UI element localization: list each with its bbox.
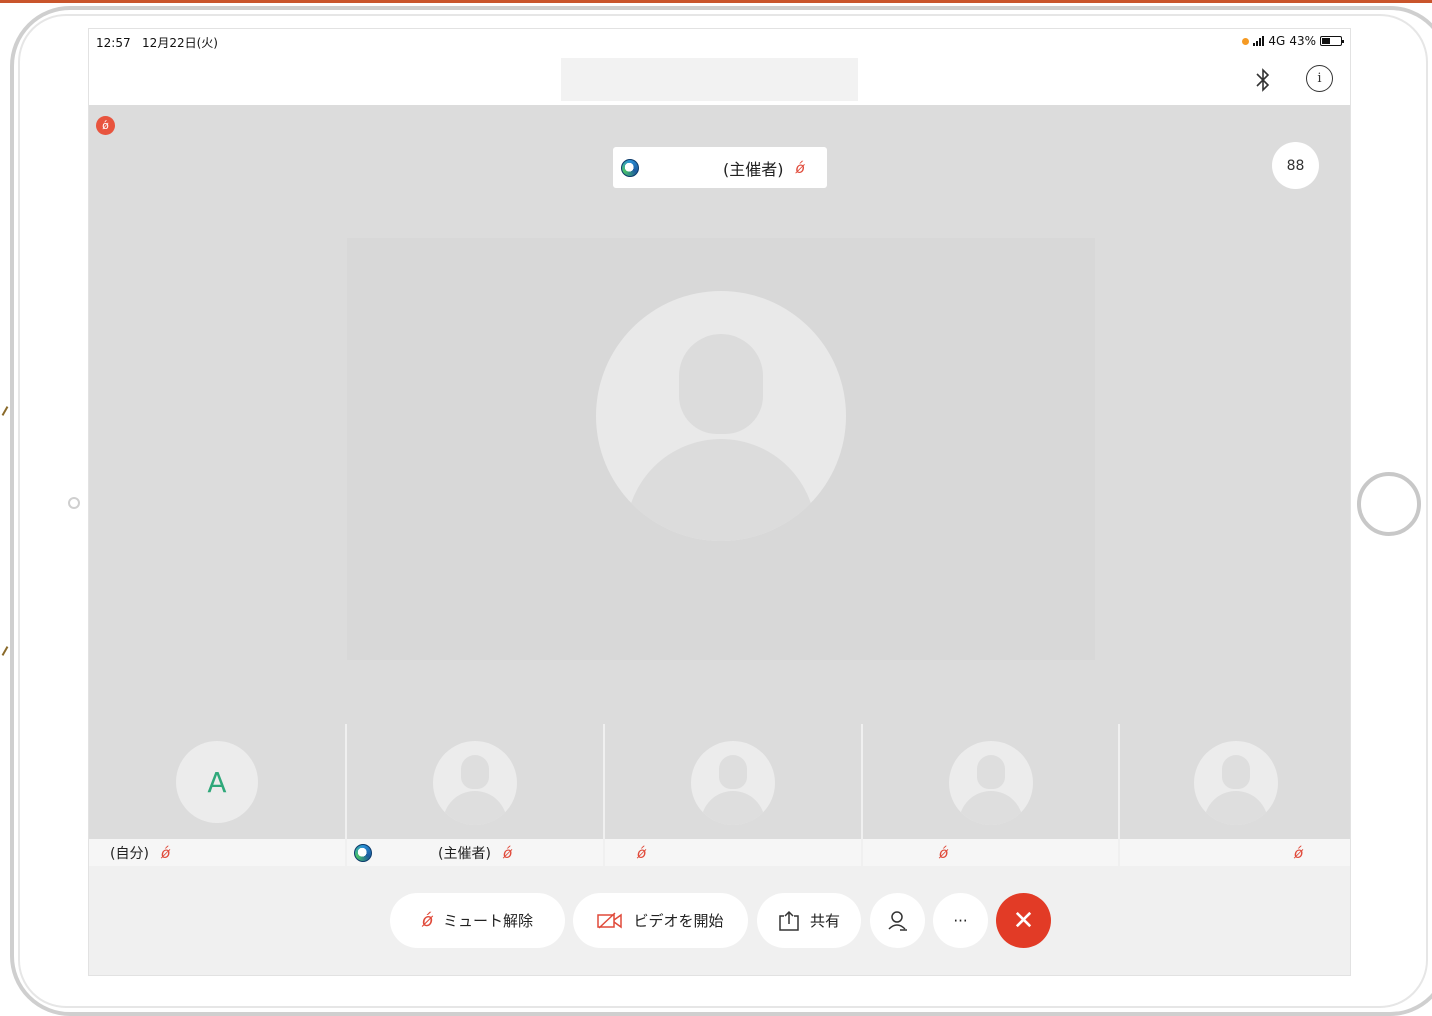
- share-label: 共有: [809, 912, 840, 930]
- avatar: [1194, 741, 1278, 825]
- avatar: [433, 741, 517, 825]
- window-top-edge: [0, 0, 1432, 3]
- host-role-text: (主催者): [723, 159, 784, 179]
- leave-meeting-button[interactable]: ✕: [996, 893, 1051, 948]
- share-button[interactable]: 共有: [757, 893, 861, 948]
- battery-percent: 43%: [1289, 34, 1316, 48]
- mic-off-icon: ǿ: [939, 843, 949, 862]
- share-icon: [779, 910, 799, 931]
- network-type: 4G: [1268, 34, 1286, 48]
- status-indicators: 4G 43%: [1242, 34, 1344, 48]
- muted-indicator-icon: ǿ: [96, 116, 115, 135]
- participant-tile[interactable]: (主催者) ǿ: [347, 724, 605, 866]
- meeting-toolbar: ǿ ミュート解除 ビデオを開始 共有 ··· ✕: [89, 868, 1350, 975]
- webex-globe-icon: [354, 843, 372, 862]
- participant-tile[interactable]: ǿ: [1120, 724, 1350, 866]
- participant-label: ǿ: [605, 839, 861, 866]
- camera-icon: [68, 497, 80, 509]
- mic-off-icon: ǿ: [160, 843, 171, 862]
- status-time-date: 12:57 12月22日(火): [96, 34, 218, 51]
- webex-globe-icon: [621, 158, 639, 177]
- grid-icon: 88: [1286, 157, 1305, 174]
- status-date: 12月22日(火): [142, 36, 218, 50]
- info-icon[interactable]: i: [1306, 65, 1333, 92]
- avatar: [948, 741, 1033, 825]
- participant-tile[interactable]: ǿ: [863, 724, 1120, 866]
- start-video-label: ビデオを開始: [633, 912, 724, 930]
- start-video-button[interactable]: ビデオを開始: [573, 893, 748, 948]
- home-button[interactable]: [1357, 472, 1421, 536]
- battery-icon: [1320, 36, 1344, 46]
- participant-name: (自分): [110, 845, 149, 862]
- mic-off-icon: ǿ: [637, 843, 647, 862]
- participant-label: (自分) ǿ: [89, 839, 345, 866]
- active-speaker-stage: ǿ (主催者) ǿ 88: [89, 105, 1350, 724]
- mic-off-icon: ǿ: [1294, 843, 1304, 862]
- meeting-header: i: [89, 53, 1350, 105]
- mic-off-icon: ǿ: [502, 843, 513, 862]
- host-name-label: (主催者) ǿ: [613, 147, 827, 188]
- participant-tile[interactable]: ǿ: [605, 724, 863, 866]
- more-options-button[interactable]: ···: [933, 893, 988, 948]
- participant-label: ǿ: [1120, 839, 1350, 866]
- avatar: [691, 741, 775, 825]
- status-time: 12:57: [96, 36, 131, 50]
- unmute-label: ミュート解除: [443, 912, 534, 930]
- meeting-screen: 12:57 12月22日(火) 4G 43% i ǿ (主催者) ǿ 88 A …: [88, 28, 1351, 976]
- participants-icon: [887, 910, 907, 931]
- edge-mark: [1, 406, 9, 416]
- meeting-title-placeholder: [561, 58, 858, 101]
- video-off-icon: [597, 911, 623, 929]
- participant-tile[interactable]: A (自分) ǿ: [89, 724, 347, 866]
- participants-button[interactable]: [870, 893, 925, 948]
- participant-label: ǿ: [863, 839, 1118, 866]
- avatar: A: [176, 741, 258, 823]
- close-icon: ✕: [1012, 905, 1035, 936]
- unmute-button[interactable]: ǿ ミュート解除: [390, 893, 565, 948]
- status-bar: 12:57 12月22日(火) 4G 43%: [89, 29, 1350, 53]
- mic-off-icon: ǿ: [795, 158, 805, 177]
- edge-mark: [1, 646, 9, 656]
- mic-off-icon: ǿ: [421, 910, 433, 931]
- bluetooth-icon[interactable]: [1252, 65, 1274, 95]
- layout-grid-button[interactable]: 88: [1272, 142, 1319, 189]
- speaker-avatar: [596, 291, 846, 541]
- orange-dot-icon: [1242, 37, 1250, 45]
- participant-strip: A (自分) ǿ (主催者) ǿ ǿ ǿ ǿ: [89, 724, 1350, 868]
- signal-icon: [1253, 36, 1265, 46]
- participant-name: (主催者): [438, 845, 491, 862]
- more-icon: ···: [953, 911, 968, 930]
- participant-label: (主催者) ǿ: [347, 839, 603, 866]
